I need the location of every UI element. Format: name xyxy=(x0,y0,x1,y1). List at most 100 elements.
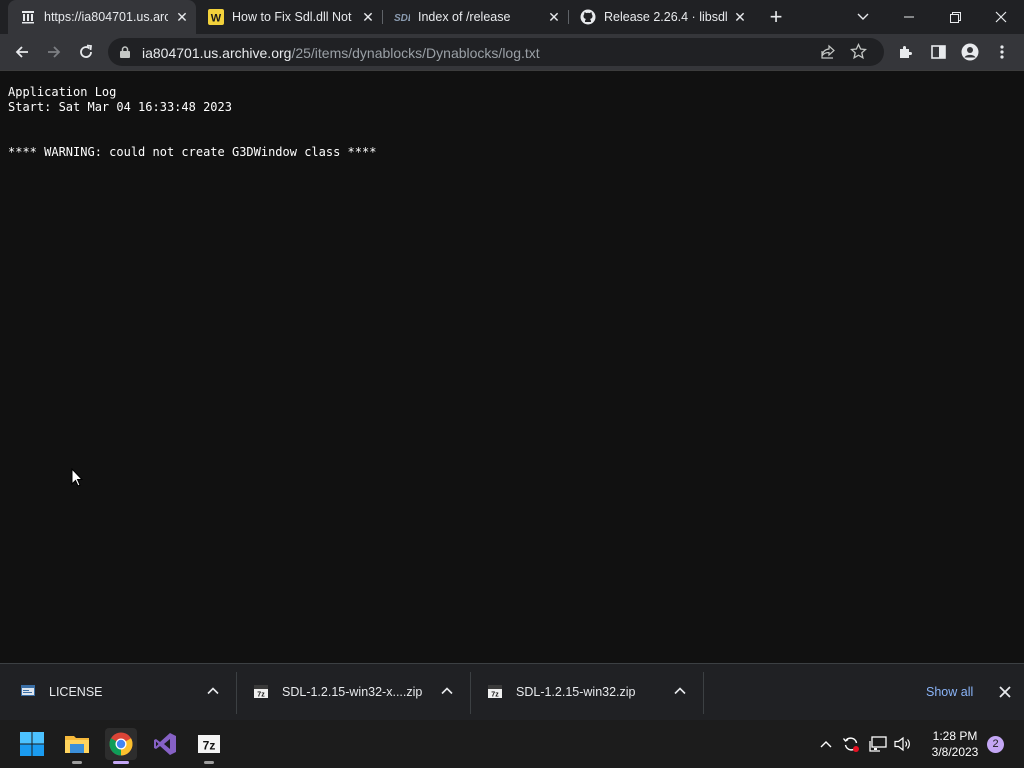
archive-icon xyxy=(20,9,36,25)
visual-studio-icon xyxy=(154,733,176,755)
close-window-button[interactable] xyxy=(978,0,1024,34)
profile-button[interactable] xyxy=(956,38,984,66)
forward-button[interactable] xyxy=(40,38,68,66)
download-item[interactable]: 7z SDL-1.2.15-win32-x....zip xyxy=(237,664,470,721)
log-text: Application Log Start: Sat Mar 04 16:33:… xyxy=(8,85,376,160)
7z-archive-icon: 7z xyxy=(487,684,503,702)
menu-button[interactable] xyxy=(988,38,1016,66)
new-tab-button[interactable]: + xyxy=(754,0,798,34)
running-indicator xyxy=(72,761,82,764)
network-icon xyxy=(869,736,887,752)
share-button[interactable] xyxy=(820,44,836,65)
side-panel-button[interactable] xyxy=(924,38,952,66)
7zip-label: 7z xyxy=(203,739,216,753)
tab-index-release[interactable]: SDL Index of /release ✕ xyxy=(382,0,568,34)
side-panel-icon xyxy=(930,45,946,59)
arrow-right-icon xyxy=(48,46,61,58)
reload-icon xyxy=(80,44,93,58)
taskbar-file-explorer[interactable] xyxy=(61,728,93,764)
start-icon xyxy=(20,732,44,756)
download-filename: SDL-1.2.15-win32.zip xyxy=(516,685,636,699)
svg-text:W: W xyxy=(211,13,222,25)
close-icon[interactable] xyxy=(997,684,1013,700)
file-explorer-icon xyxy=(65,736,89,753)
wikihow-icon: W xyxy=(208,9,224,25)
clock-time: 1:28 PM xyxy=(932,729,978,743)
browser-toolbar: ia804701.us.archive.org/25/items/dynablo… xyxy=(0,34,1024,70)
chevron-up-icon[interactable] xyxy=(206,684,220,698)
arrow-left-icon xyxy=(15,46,28,58)
avatar-icon xyxy=(961,43,979,61)
close-tab-icon[interactable]: ✕ xyxy=(360,9,376,25)
share-icon xyxy=(821,44,835,59)
plus-icon: + xyxy=(769,4,783,29)
chevron-down-icon xyxy=(857,13,869,20)
taskbar-visual-studio[interactable] xyxy=(149,728,181,760)
tab-title: How to Fix Sdl.dll Not Found xyxy=(232,10,356,24)
7z-archive-icon: 7z xyxy=(253,684,269,702)
svg-text:SDL: SDL xyxy=(394,13,410,23)
page-content: Application Log Start: Sat Mar 04 16:33:… xyxy=(0,71,1024,663)
url-path: /25/items/dynablocks/Dynablocks/log.txt xyxy=(291,45,540,61)
tab-search-button[interactable] xyxy=(840,0,886,34)
show-all-downloads-link[interactable]: Show all xyxy=(926,685,973,699)
tab-title: Index of /release xyxy=(418,10,511,24)
close-tab-icon[interactable]: ✕ xyxy=(732,9,748,25)
download-item[interactable]: 7z SDL-1.2.15-win32.zip xyxy=(471,664,703,721)
svg-text:7z: 7z xyxy=(257,692,265,699)
log-line: Application Log xyxy=(8,85,117,99)
tab-github-release[interactable]: Release 2.26.4 · libsdl-org/SDL ✕ xyxy=(568,0,754,34)
github-icon xyxy=(580,9,596,25)
7zip-icon: 7z xyxy=(198,735,220,753)
taskbar: 7z 1:28 PM 3/8/2023 xyxy=(0,720,1024,768)
chevron-up-icon[interactable] xyxy=(673,684,687,698)
extensions-button[interactable] xyxy=(892,38,920,66)
taskbar-clock[interactable]: 1:28 PM 3/8/2023 xyxy=(920,728,990,760)
address-bar[interactable]: ia804701.us.archive.org/25/items/dynablo… xyxy=(108,38,884,66)
chevron-up-icon xyxy=(820,741,832,748)
download-separator xyxy=(703,672,704,714)
back-button[interactable] xyxy=(8,38,36,66)
volume-tray-button[interactable] xyxy=(893,734,913,754)
show-hidden-icons-button[interactable] xyxy=(816,734,836,754)
download-item[interactable]: LICENSE xyxy=(0,664,236,721)
taskbar-chrome[interactable] xyxy=(105,728,137,764)
chevron-up-icon[interactable] xyxy=(440,684,454,698)
active-indicator xyxy=(113,761,129,764)
url-host: ia804701.us.archive.org xyxy=(142,45,292,61)
restore-icon xyxy=(949,11,961,23)
tab-title: https://ia804701.us.archive.org/25/items… xyxy=(44,10,168,24)
log-line: Start: Sat Mar 04 16:33:48 2023 xyxy=(8,100,232,114)
sync-tray-button[interactable] xyxy=(841,734,861,754)
minimize-icon xyxy=(904,16,914,18)
running-indicator xyxy=(204,761,214,764)
tab-archive-log[interactable]: https://ia804701.us.archive.org/25/items… xyxy=(8,0,196,34)
minimize-button[interactable] xyxy=(886,0,932,34)
tab-wikihow[interactable]: W How to Fix Sdl.dll Not Found ✕ xyxy=(196,0,382,34)
clock-date: 3/8/2023 xyxy=(931,745,979,759)
tab-strip: https://ia804701.us.archive.org/25/items… xyxy=(0,0,1024,34)
chrome-icon xyxy=(109,732,133,756)
restore-button[interactable] xyxy=(932,0,978,34)
close-tab-icon[interactable]: ✕ xyxy=(174,9,190,25)
puzzle-icon xyxy=(900,46,912,58)
download-filename: LICENSE xyxy=(49,685,103,699)
lock-icon xyxy=(120,46,130,58)
download-shelf: LICENSE 7z SDL-1.2.15-win32-x....zip 7z … xyxy=(0,663,1024,721)
star-icon xyxy=(849,42,868,60)
mouse-pointer-icon xyxy=(71,468,83,487)
notification-badge[interactable]: 2 xyxy=(987,736,1004,753)
bookmark-button[interactable] xyxy=(849,42,868,65)
close-icon xyxy=(995,11,1007,23)
kebab-menu-icon xyxy=(1000,45,1004,59)
close-tab-icon[interactable]: ✕ xyxy=(546,9,562,25)
volume-icon xyxy=(894,736,910,752)
taskbar-7zip[interactable]: 7z xyxy=(193,728,225,764)
sdl-icon: SDL xyxy=(394,9,410,25)
tab-title: Release 2.26.4 · libsdl-org/SDL xyxy=(604,10,728,24)
svg-text:7z: 7z xyxy=(491,692,499,699)
reload-button[interactable] xyxy=(72,38,100,66)
network-tray-button[interactable] xyxy=(868,734,888,754)
start-button[interactable] xyxy=(16,728,48,760)
log-line: **** WARNING: could not create G3DWindow… xyxy=(8,145,377,159)
